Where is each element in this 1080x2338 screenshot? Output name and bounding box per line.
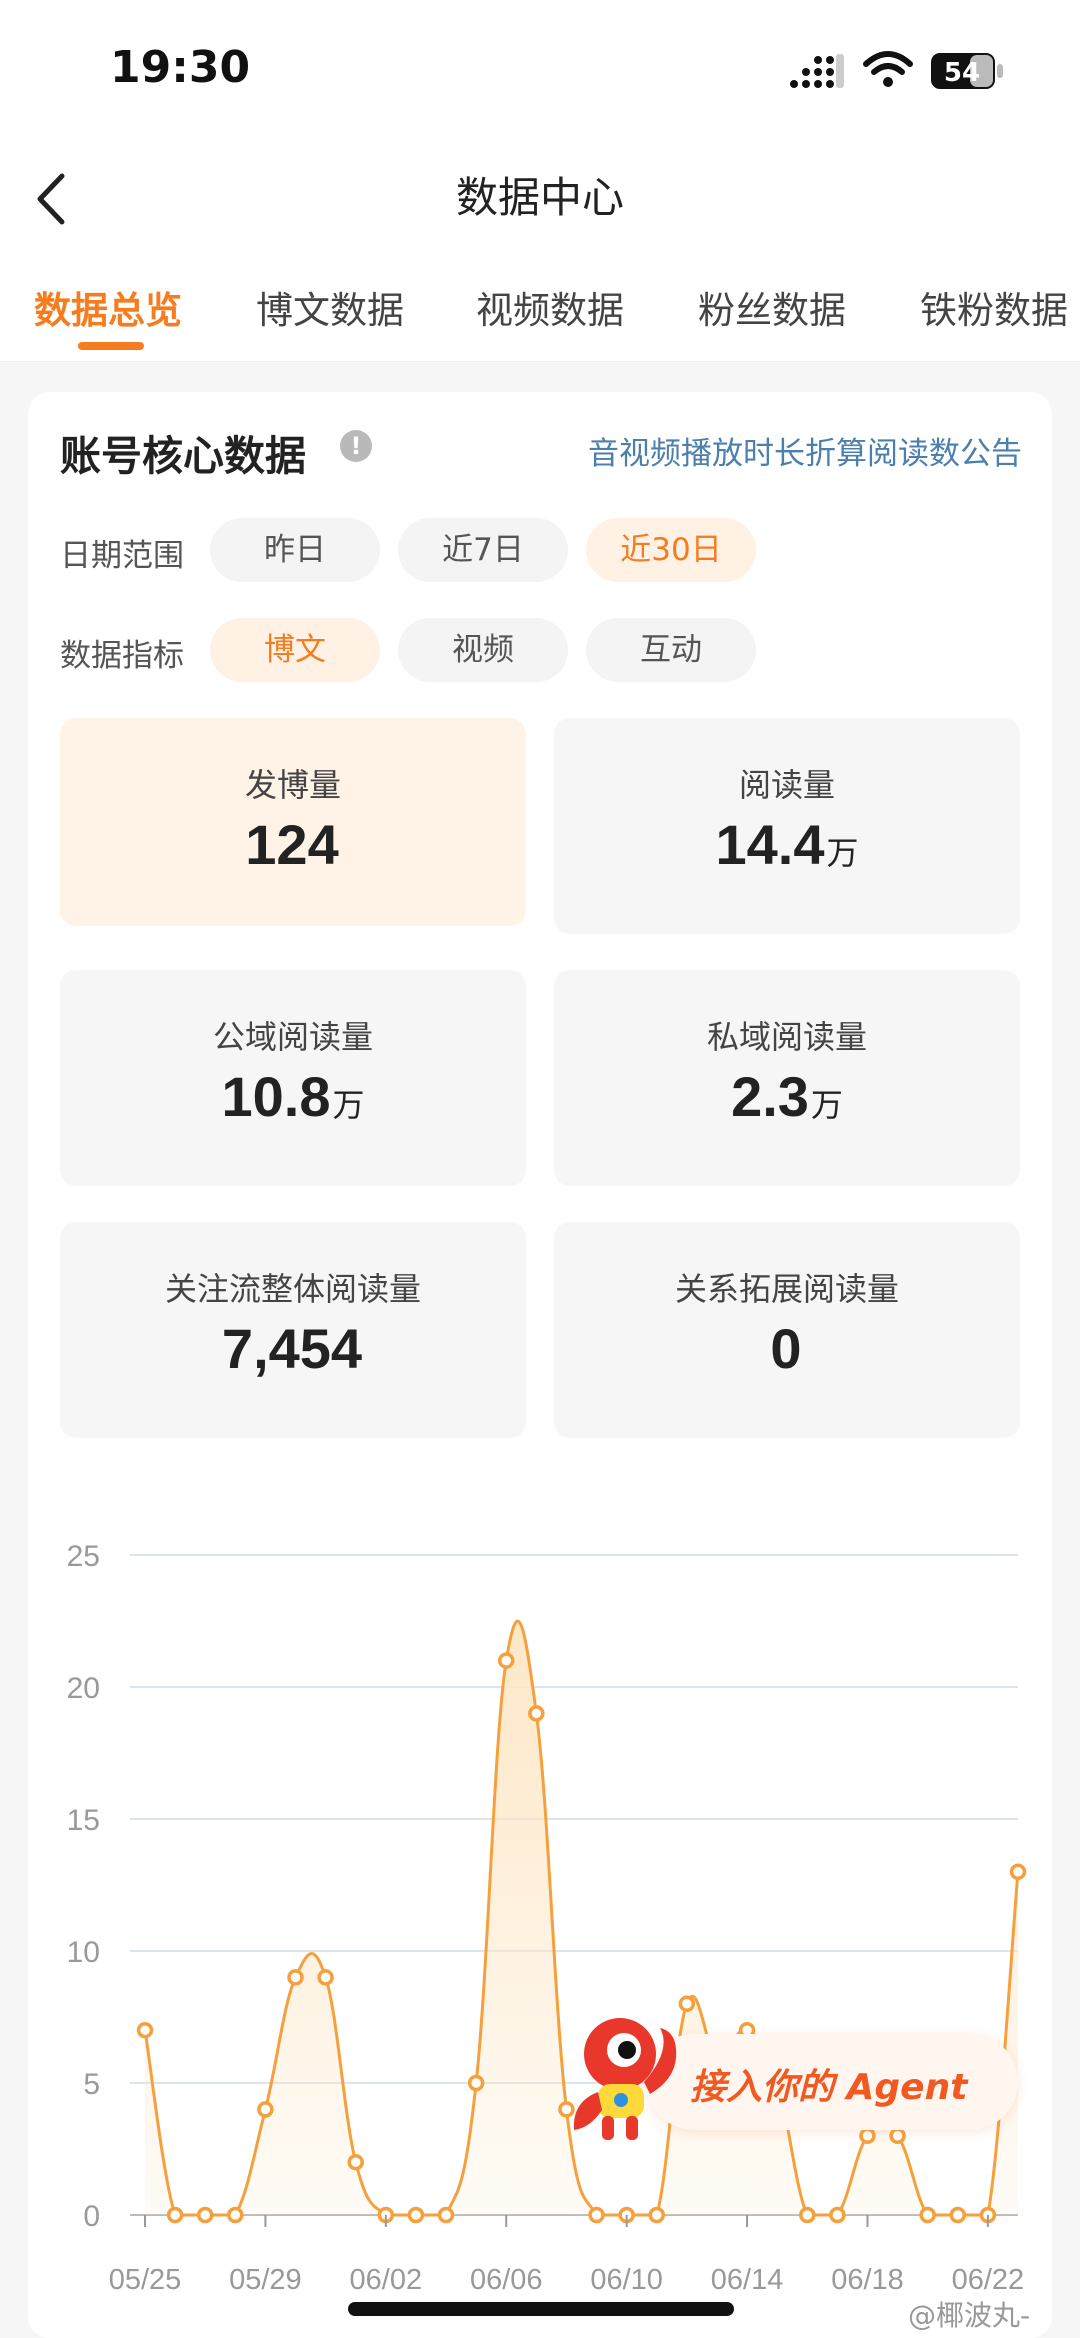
stat-value: 10.8万 bbox=[221, 1065, 365, 1128]
stat-label: 私域阅读量 bbox=[706, 1018, 867, 1056]
x-tick-label: 06/02 bbox=[350, 2264, 423, 2296]
nav-bar: 数据中心 bbox=[0, 140, 1080, 270]
y-tick-label: 0 bbox=[83, 2200, 100, 2233]
stat-value: 7,454 bbox=[221, 1317, 363, 1380]
battery-level: 54 bbox=[944, 58, 980, 88]
data-point bbox=[1009, 1863, 1027, 1881]
tab-videos[interactable]: 视频数据 bbox=[476, 280, 624, 334]
status-time: 19:30 bbox=[110, 42, 251, 93]
y-tick-label: 15 bbox=[67, 1804, 100, 1837]
data-point bbox=[528, 1705, 545, 1722]
x-tick-label: 06/06 bbox=[470, 2264, 543, 2296]
metric-option-videos[interactable]: 视频 bbox=[398, 618, 568, 682]
data-point bbox=[678, 1995, 696, 2013]
stat-card-public-reads[interactable]: 公域阅读量 10.8万 bbox=[60, 970, 526, 1186]
stat-value: 124 bbox=[245, 813, 339, 876]
status-bar: 19:30 54 bbox=[0, 0, 1080, 140]
data-point bbox=[136, 2021, 154, 2039]
stat-card-relation-reads[interactable]: 关系拓展阅读量 0 bbox=[554, 1222, 1020, 1438]
data-point bbox=[467, 2074, 485, 2092]
x-tick-label: 06/22 bbox=[952, 2264, 1025, 2296]
data-point bbox=[889, 2127, 906, 2145]
x-tick-label: 06/18 bbox=[831, 2264, 904, 2296]
data-point bbox=[588, 2206, 605, 2224]
y-tick-label: 5 bbox=[83, 2068, 100, 2101]
x-tick-label: 05/25 bbox=[109, 2264, 182, 2296]
stat-card-private-reads[interactable]: 私域阅读量 2.3万 bbox=[554, 970, 1020, 1186]
tab-posts[interactable]: 博文数据 bbox=[256, 280, 404, 334]
stat-value: 2.3万 bbox=[731, 1065, 843, 1128]
stat-label: 阅读量 bbox=[738, 766, 835, 804]
metric-option-interactions[interactable]: 互动 bbox=[586, 618, 756, 682]
cellular-signal-icon bbox=[790, 54, 844, 88]
x-tick-label: 06/10 bbox=[590, 2264, 663, 2296]
data-point bbox=[829, 2206, 846, 2224]
data-point bbox=[166, 2206, 184, 2224]
y-tick-label: 20 bbox=[67, 1672, 100, 1705]
data-point bbox=[347, 2153, 364, 2171]
data-point bbox=[497, 1652, 515, 1669]
x-tick-label: 06/14 bbox=[711, 2264, 784, 2296]
data-point bbox=[287, 1969, 304, 1986]
data-point bbox=[799, 2206, 816, 2224]
data-point bbox=[648, 2206, 666, 2224]
tab-iron-fans[interactable]: 铁粉数据 bbox=[920, 280, 1068, 334]
watermark: @椰波丸- bbox=[908, 2299, 1031, 2332]
data-point bbox=[196, 2206, 214, 2224]
page-title: 数据中心 bbox=[455, 173, 624, 222]
stat-label: 关系拓展阅读量 bbox=[674, 1270, 899, 1308]
stat-label: 关注流整体阅读量 bbox=[164, 1270, 421, 1308]
agent-banner-label[interactable]: 接入你的 Agent bbox=[690, 2058, 967, 2110]
stat-label: 发博量 bbox=[244, 766, 341, 804]
date-option-yesterday[interactable]: 昨日 bbox=[210, 518, 380, 582]
reads-trend-chart: 0 5 10 15 20 25 05/25 05/29 06/02 06/06 06/10 06/14… bbox=[67, 1540, 1027, 2296]
date-range-label: 日期范围 bbox=[60, 538, 184, 574]
data-point bbox=[949, 2206, 967, 2224]
stat-value: 0 bbox=[770, 1317, 802, 1380]
data-point bbox=[407, 2206, 425, 2224]
lobster-mascot-icon bbox=[573, 2018, 677, 2140]
stat-label: 公域阅读量 bbox=[212, 1018, 373, 1056]
tab-bar: 数据总览 博文数据 视频数据 粉丝数据 铁粉数据 bbox=[0, 270, 1080, 362]
metric-option-posts[interactable]: 博文 bbox=[210, 618, 380, 682]
info-icon[interactable]: ! bbox=[340, 430, 372, 462]
data-point bbox=[257, 2101, 274, 2118]
stat-card-feed-reads[interactable]: 关注流整体阅读量 7,454 bbox=[60, 1222, 526, 1438]
notice-link[interactable]: 音视频播放时长折算阅读数公告 bbox=[588, 428, 1022, 473]
data-point bbox=[437, 2206, 455, 2224]
stat-card-reads[interactable]: 阅读量 14.4万 bbox=[554, 718, 1020, 934]
y-tick-label: 25 bbox=[67, 1540, 100, 1573]
tab-fans[interactable]: 粉丝数据 bbox=[698, 280, 846, 334]
y-tick-label: 10 bbox=[67, 1936, 100, 1969]
active-tab-indicator bbox=[78, 342, 144, 350]
data-point bbox=[859, 2127, 876, 2145]
data-point bbox=[227, 2206, 244, 2224]
date-option-30days[interactable]: 近30日 bbox=[586, 518, 756, 582]
data-point bbox=[919, 2206, 936, 2224]
date-option-7days[interactable]: 近7日 bbox=[398, 518, 568, 582]
wifi-icon bbox=[863, 51, 913, 87]
tab-overview[interactable]: 数据总览 bbox=[34, 280, 182, 334]
stat-value: 14.4万 bbox=[715, 813, 859, 876]
data-point bbox=[317, 1969, 334, 1986]
x-tick-label: 05/29 bbox=[229, 2264, 302, 2296]
battery-icon: 54 bbox=[930, 52, 1006, 90]
metric-label: 数据指标 bbox=[60, 638, 184, 674]
card-title: 账号核心数据 bbox=[60, 432, 306, 480]
agent-banner[interactable]: 接入你的 Agent bbox=[560, 2010, 1020, 2140]
stat-card-posts[interactable]: 发博量 124 bbox=[60, 718, 526, 926]
home-indicator bbox=[348, 2302, 734, 2316]
